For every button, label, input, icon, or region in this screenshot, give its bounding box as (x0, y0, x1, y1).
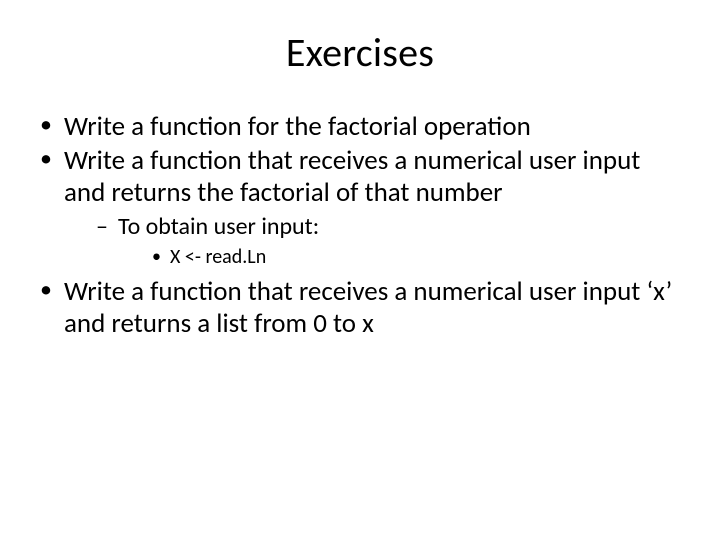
bullet-text: Write a function for the factorial opera… (64, 110, 531, 143)
subsub-bullet-text: X <- read.Ln (170, 245, 266, 269)
bullet-list: Write a function for the factorial opera… (38, 111, 682, 340)
sub-bullet-item: To obtain user input: X <- read.Ln (96, 213, 682, 271)
bullet-item: Write a function that receives a numeric… (38, 276, 682, 340)
subsub-bullet-list: X <- read.Ln (118, 245, 682, 270)
bullet-text: Write a function that receives a numeric… (64, 144, 640, 209)
subsub-bullet-item: X <- read.Ln (152, 245, 682, 270)
bullet-text: Write a function that receives a numeric… (64, 275, 672, 340)
sub-bullet-text: To obtain user input: (118, 212, 319, 241)
slide: Exercises Write a function for the facto… (0, 0, 720, 540)
sub-bullet-list: To obtain user input: X <- read.Ln (64, 213, 682, 271)
bullet-item: Write a function that receives a numeric… (38, 145, 682, 271)
slide-title: Exercises (38, 28, 682, 77)
bullet-item: Write a function for the factorial opera… (38, 111, 682, 143)
